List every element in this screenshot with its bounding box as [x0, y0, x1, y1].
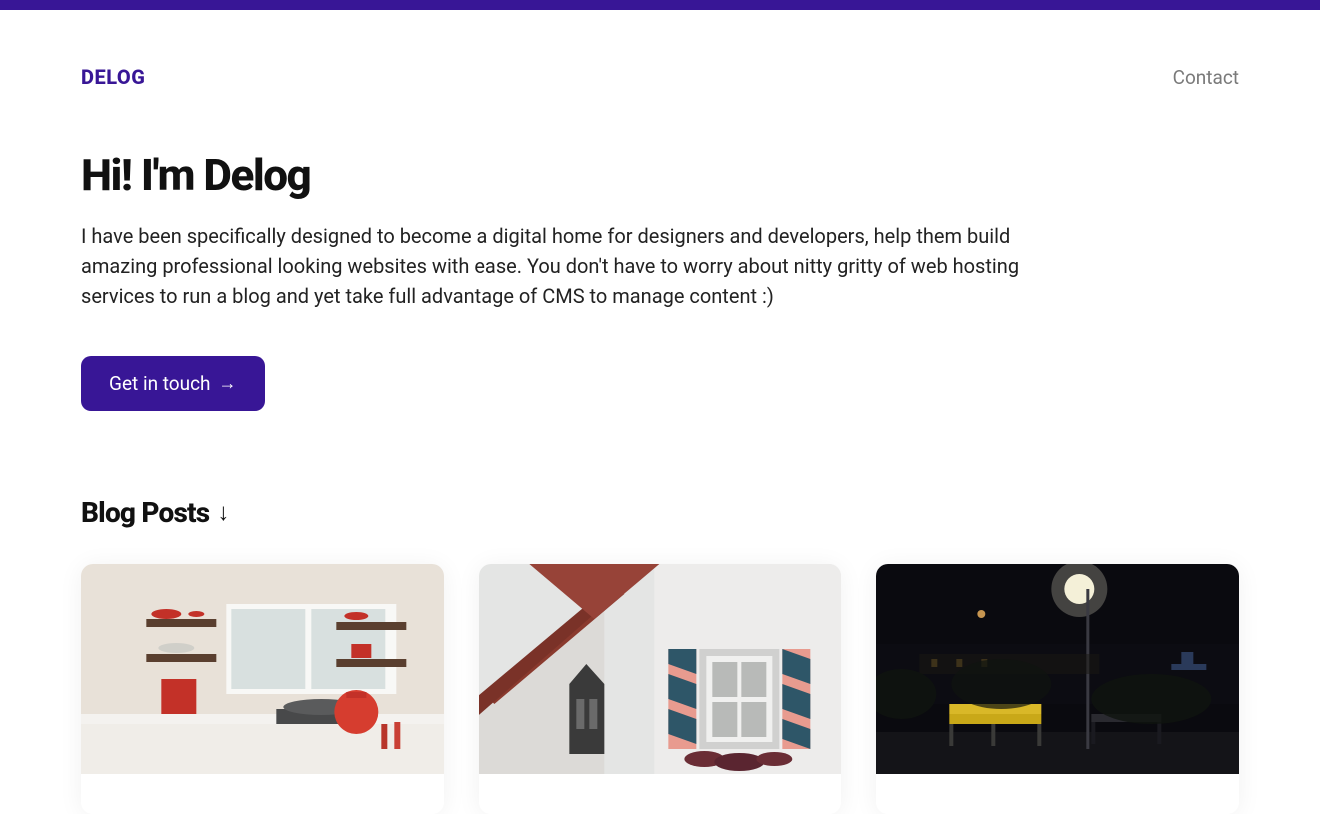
posts-heading-text: Blog Posts — [81, 496, 209, 529]
post-card[interactable] — [479, 564, 842, 814]
post-thumbnail-icon — [479, 564, 842, 774]
post-card[interactable] — [81, 564, 444, 814]
hero-description: I have been specifically designed to bec… — [81, 221, 1081, 311]
post-card[interactable] — [876, 564, 1239, 814]
hero-title: Hi! I'm Delog — [81, 149, 1239, 201]
post-thumbnail-icon — [81, 564, 444, 774]
top-accent-bar — [0, 0, 1320, 10]
main-nav: Contact — [1173, 66, 1239, 89]
arrow-down-icon: ↓ — [217, 498, 228, 527]
posts-grid — [81, 564, 1239, 814]
arrow-right-icon: → — [219, 373, 237, 394]
site-header: DELOG Contact — [81, 10, 1239, 99]
post-body — [876, 774, 1239, 814]
get-in-touch-button[interactable]: Get in touch → — [81, 356, 265, 411]
post-body — [81, 774, 444, 814]
post-body — [479, 774, 842, 814]
blog-posts-section: Blog Posts ↓ — [81, 411, 1239, 814]
posts-heading: Blog Posts ↓ — [81, 496, 1239, 529]
hero-section: Hi! I'm Delog I have been specifically d… — [81, 99, 1239, 411]
post-thumbnail-icon — [876, 564, 1239, 774]
nav-contact-link[interactable]: Contact — [1173, 66, 1239, 89]
cta-label: Get in touch — [109, 372, 211, 395]
logo-link[interactable]: DELOG — [81, 65, 145, 89]
